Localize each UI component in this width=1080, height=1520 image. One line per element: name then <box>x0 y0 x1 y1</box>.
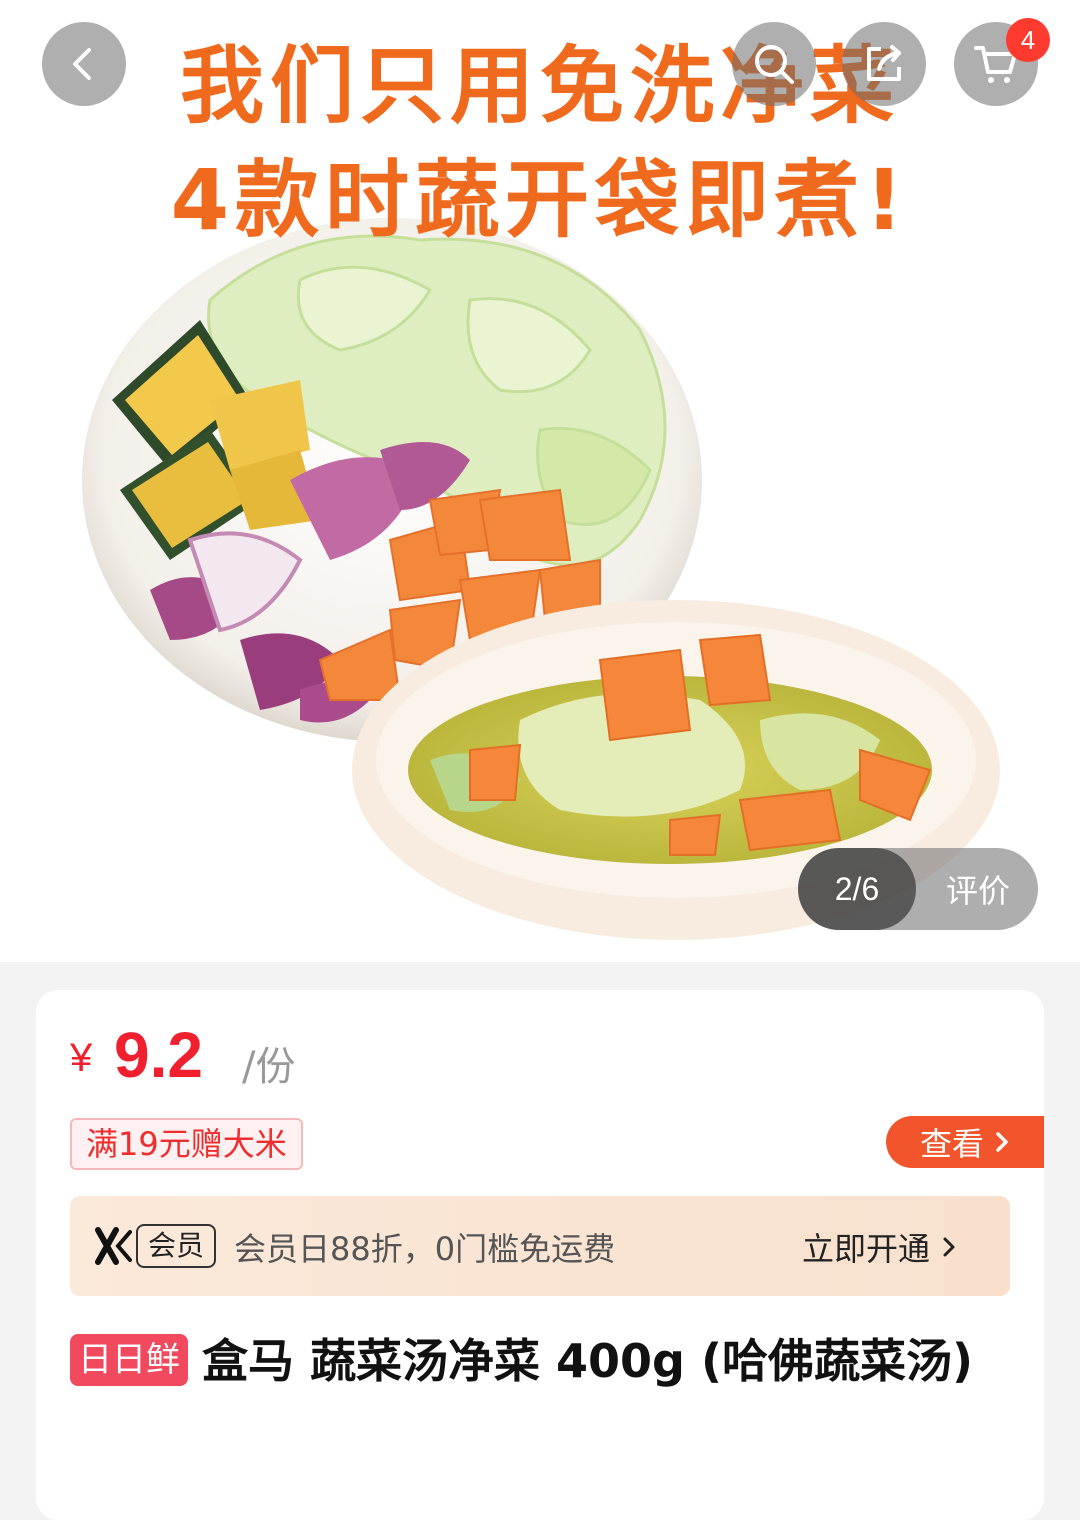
search-icon <box>755 45 794 84</box>
gallery-indicator: 2/6 评价 <box>798 848 1038 930</box>
share-icon <box>867 45 901 81</box>
product-info-card: ¥ 9.2 /份 满19元赠大米 查看 会员 会员日88折，0门槛免运费 立即开… <box>36 990 1044 1520</box>
membership-chip: 会员 <box>136 1224 217 1268</box>
fresh-daily-badge: 日日鲜 <box>70 1334 188 1386</box>
search-button[interactable] <box>732 22 816 106</box>
membership-join-link[interactable]: 立即开通 <box>802 1224 956 1270</box>
currency-symbol: ¥ <box>70 1036 93 1080</box>
chevron-right-icon <box>996 1132 1008 1152</box>
membership-description: 会员日88折，0门槛免运费 <box>234 1230 616 1268</box>
membership-banner[interactable]: 会员 会员日88折，0门槛免运费 立即开通 <box>70 1196 1010 1296</box>
chevron-left-icon <box>73 48 91 80</box>
promotion-tag: 满19元赠大米 <box>70 1118 303 1170</box>
view-promotion-button[interactable]: 查看 <box>886 1116 1044 1168</box>
cart-count-badge: 4 <box>1006 18 1050 62</box>
share-button[interactable] <box>842 22 926 106</box>
membership-action-label: 立即开通 <box>802 1230 931 1268</box>
product-photo <box>82 218 1000 940</box>
price-value: 9.2 <box>114 1019 203 1091</box>
product-title: 盒马 蔬菜汤净菜 400g (哈佛蔬菜汤) <box>202 1334 974 1388</box>
membership-logo-icon <box>95 1227 132 1265</box>
product-title-block: 日日鲜 盒马 蔬菜汤净菜 400g (哈佛蔬菜汤) <box>70 1326 990 1396</box>
review-tab[interactable]: 评价 <box>924 848 1032 930</box>
product-image-gallery[interactable]: 我们只用免洗净菜 4款时蔬开袋即煮! 2/6 评价 <box>0 0 1080 962</box>
back-button[interactable] <box>42 22 126 106</box>
view-button-label: 查看 <box>919 1125 984 1163</box>
hero-headline-line2: 4款时蔬开袋即煮! <box>170 151 910 249</box>
gallery-index: 2/6 <box>798 848 916 930</box>
chevron-right-icon <box>943 1237 955 1257</box>
price-unit: /份 <box>242 1044 296 1090</box>
